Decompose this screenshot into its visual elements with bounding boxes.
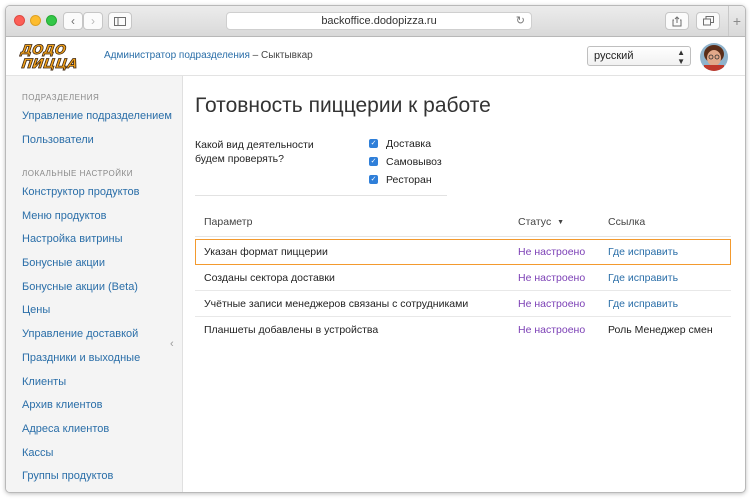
column-header-link: Ссылка — [608, 216, 646, 228]
sidebar-item-prices[interactable]: Цены — [22, 304, 50, 316]
sidebar-toggle-button[interactable] — [108, 12, 132, 30]
breadcrumb-role-link[interactable]: Администратор подразделения — [104, 50, 250, 61]
row-role-text: Роль Менеджер смен — [608, 324, 713, 336]
tabs-button[interactable] — [696, 12, 720, 30]
checkbox-label: Ресторан — [386, 174, 432, 186]
column-header-status-label: Статус — [518, 216, 552, 228]
divider — [195, 195, 447, 196]
row-status: Не настроено — [518, 246, 586, 258]
table-header-divider — [195, 236, 731, 237]
row-fix-link[interactable]: Где исправить — [608, 272, 678, 284]
checkbox-label: Самовывоз — [386, 156, 442, 168]
sidebar-item-clients[interactable]: Клиенты — [22, 376, 66, 388]
app-header: ДОДО ПИЦЦА Администратор подразделения –… — [6, 37, 745, 76]
checkmark-icon: ✓ — [369, 157, 378, 166]
sidebar-section-departments: ПОДРАЗДЕЛЕНИЯ — [22, 93, 100, 102]
activity-question: Какой вид деятельности будем проверять? — [195, 139, 314, 165]
sidebar-item-product-menu[interactable]: Меню продуктов — [22, 210, 106, 222]
sidebar-item-client-addresses[interactable]: Адреса клиентов — [22, 423, 109, 435]
checkmark-icon: ✓ — [369, 175, 378, 184]
new-tab-button[interactable]: + — [728, 6, 745, 36]
url-text: backoffice.dodopizza.ru — [321, 15, 437, 27]
table-row: Созданы сектора доставки Не настроено Гд… — [195, 265, 731, 291]
chevron-left-icon: ‹ — [71, 14, 75, 28]
select-arrows-icon: ▲ ▼ — [677, 48, 685, 66]
sidebar-item-holidays[interactable]: Праздники и выходные — [22, 352, 140, 364]
breadcrumb-separator: – — [249, 50, 262, 61]
language-select[interactable]: русский ▲ ▼ — [587, 46, 691, 66]
table-row: Планшеты добавлены в устройства Не настр… — [195, 317, 731, 343]
breadcrumb: Администратор подразделения – Сыктывкар — [104, 50, 313, 61]
table-row: Указан формат пиццерии Не настроено Где … — [195, 239, 731, 265]
reload-icon[interactable]: ↻ — [516, 13, 525, 29]
forward-button[interactable]: › — [83, 12, 103, 30]
checkbox-pickup[interactable]: ✓ Самовывоз — [369, 156, 442, 174]
dodo-pizza-logo[interactable]: ДОДО ПИЦЦА — [19, 41, 87, 71]
language-select-value: русский — [594, 50, 634, 62]
main-content: Готовность пиццерии к работе Какой вид д… — [183, 76, 745, 492]
back-button[interactable]: ‹ — [63, 12, 83, 30]
browser-window: ‹ › backoffice.dodopizza.ru ↻ + ДОДО ПИЦ… — [5, 5, 746, 493]
column-header-parameter: Параметр — [204, 216, 253, 228]
share-button[interactable] — [665, 12, 689, 30]
sidebar-item-bonus-promotions-beta[interactable]: Бонусные акции (Beta) — [22, 281, 138, 293]
row-status: Не настроено — [518, 298, 586, 310]
sidebar-item-product-groups[interactable]: Группы продуктов — [22, 470, 113, 482]
address-bar[interactable]: backoffice.dodopizza.ru ↻ — [226, 12, 532, 30]
checkbox-restaurant[interactable]: ✓ Ресторан — [369, 174, 442, 192]
collapse-sidebar-icon[interactable]: ‹ — [170, 338, 174, 350]
svg-text:ДОДО: ДОДО — [19, 43, 67, 58]
sidebar-item-bonus-promotions[interactable]: Бонусные акции — [22, 257, 105, 269]
row-parameter: Созданы сектора доставки — [204, 272, 335, 284]
svg-text:ПИЦЦА: ПИЦЦА — [21, 57, 79, 71]
sort-down-icon: ▼ — [557, 219, 565, 226]
row-parameter: Планшеты добавлены в устройства — [204, 324, 379, 336]
browser-toolbar: ‹ › backoffice.dodopizza.ru ↻ + — [6, 6, 745, 37]
row-parameter: Учётные записи менеджеров связаны с сотр… — [204, 298, 469, 310]
sidebar-item-cash-registers[interactable]: Кассы — [22, 447, 53, 459]
page-title: Готовность пиццерии к работе — [195, 94, 491, 117]
chevron-right-icon: › — [91, 14, 95, 28]
checkbox-delivery[interactable]: ✓ Доставка — [369, 138, 442, 156]
user-avatar[interactable] — [700, 43, 728, 71]
row-fix-link[interactable]: Где исправить — [608, 298, 678, 310]
table-row: Учётные записи менеджеров связаны с сотр… — [195, 291, 731, 317]
close-window-button[interactable] — [14, 15, 25, 26]
row-status: Не настроено — [518, 324, 586, 336]
sidebar-item-product-builder[interactable]: Конструктор продуктов — [22, 186, 139, 198]
sidebar-item-clients-archive[interactable]: Архив клиентов — [22, 399, 102, 411]
sidebar-section-local-settings: ЛОКАЛЬНЫЕ НАСТРОЙКИ — [22, 169, 133, 178]
checkbox-label: Доставка — [386, 138, 432, 150]
share-icon — [672, 16, 682, 27]
sidebar-item-delivery-management[interactable]: Управление доставкой — [22, 328, 138, 340]
sidebar-item-showcase-settings[interactable]: Настройка витрины — [22, 233, 122, 245]
sidebar-item-department-management[interactable]: Управление подразделением — [22, 110, 172, 122]
zoom-window-button[interactable] — [46, 15, 57, 26]
activity-checkboxes: ✓ Доставка ✓ Самовывоз ✓ Ресторан — [369, 138, 442, 192]
checkmark-icon: ✓ — [369, 139, 378, 148]
breadcrumb-city: Сыктывкар — [261, 50, 313, 61]
sidebar: ПОДРАЗДЕЛЕНИЯ Управление подразделением … — [6, 76, 183, 492]
minimize-window-button[interactable] — [30, 15, 41, 26]
tabs-icon — [702, 16, 714, 26]
column-header-status[interactable]: Статус ▼ — [518, 216, 564, 228]
row-fix-link[interactable]: Где исправить — [608, 246, 678, 258]
plus-icon: + — [732, 13, 742, 29]
row-status: Не настроено — [518, 272, 586, 284]
row-parameter: Указан формат пиццерии — [204, 246, 328, 258]
sidebar-icon — [114, 17, 126, 26]
sidebar-item-users[interactable]: Пользователи — [22, 134, 94, 146]
